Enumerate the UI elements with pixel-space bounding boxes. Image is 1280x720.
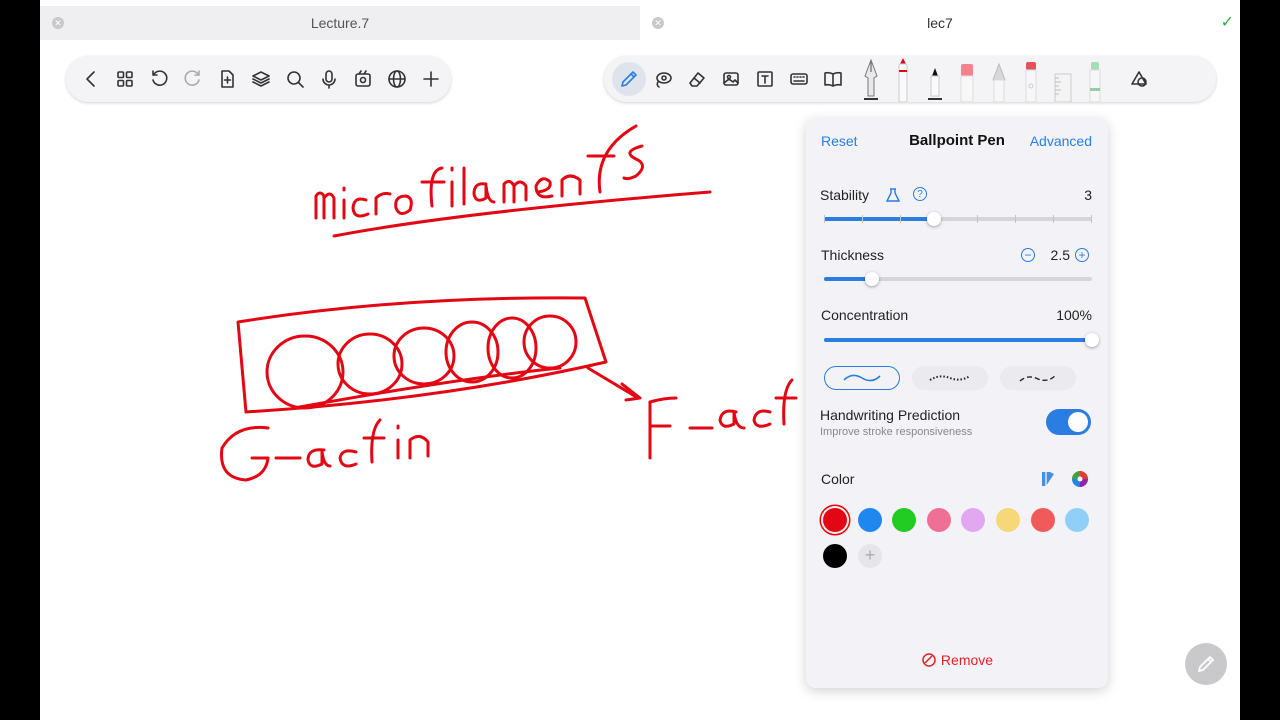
app-screen: ✕ Lecture.7 ✕ lec7 ✓ Reset Ballpoint Pen…	[40, 0, 1240, 720]
concentration-knob[interactable]	[1085, 333, 1099, 347]
color-swatch[interactable]	[926, 508, 951, 532]
help-icon[interactable]: ?	[913, 187, 927, 201]
stroke-dotted-button[interactable]	[912, 366, 988, 390]
ink-word-f-actin	[648, 378, 798, 460]
stability-knob[interactable]	[926, 212, 941, 226]
color-swatch[interactable]	[996, 508, 1020, 532]
minus-icon[interactable]: −	[1021, 248, 1035, 262]
toggle-knob	[1068, 412, 1088, 432]
ink-word-microfilaments	[314, 124, 712, 238]
color-wheel-icon[interactable]	[1071, 470, 1089, 488]
remove-pen-icon	[922, 653, 936, 667]
eyedropper-icon[interactable]	[1040, 470, 1056, 488]
advanced-button[interactable]: Advanced	[1030, 133, 1092, 149]
flask-icon	[886, 188, 900, 202]
stroke-smooth-button[interactable]	[824, 366, 900, 390]
stroke-dashed-button[interactable]	[1000, 366, 1076, 390]
pencil-icon	[1197, 655, 1215, 673]
thickness-knob[interactable]	[865, 272, 880, 286]
thickness-slider[interactable]	[824, 272, 1092, 286]
remove-button[interactable]: Remove	[806, 652, 1108, 668]
color-label: Color	[821, 471, 855, 487]
stability-slider[interactable]	[824, 212, 1092, 226]
panel-header: Reset Ballpoint Pen Advanced	[806, 118, 1108, 164]
color-swatch[interactable]	[892, 508, 917, 532]
stability-fill	[824, 217, 934, 221]
ink-word-g-actin	[220, 418, 430, 482]
color-swatch[interactable]	[1030, 508, 1055, 532]
floating-pen-button[interactable]	[1185, 643, 1227, 685]
concentration-value: 100%	[1056, 307, 1092, 323]
color-swatch[interactable]	[823, 508, 847, 532]
concentration-slider[interactable]	[824, 333, 1099, 347]
handwriting-sublabel: Improve stroke responsiveness	[820, 426, 973, 438]
thickness-value: 2.5	[1050, 247, 1070, 263]
color-swatch[interactable]	[823, 544, 847, 568]
color-swatch[interactable]	[961, 508, 986, 532]
handwriting-label: Handwriting Prediction	[820, 407, 961, 423]
thickness-label: Thickness	[821, 247, 885, 263]
stability-label: Stability	[820, 187, 870, 203]
remove-label: Remove	[940, 652, 994, 668]
color-swatch[interactable]	[857, 508, 882, 532]
handwriting-toggle[interactable]	[1046, 409, 1091, 435]
color-swatch[interactable]	[1065, 508, 1090, 532]
pen-settings-panel: Reset Ballpoint Pen Advanced Stability ?…	[806, 118, 1108, 688]
add-color-button[interactable]: +	[858, 544, 882, 568]
concentration-label: Concentration	[821, 307, 909, 323]
stability-value: 3	[1084, 187, 1092, 203]
concentration-fill	[824, 338, 1092, 342]
plus-circle-icon[interactable]: +	[1075, 248, 1089, 262]
ink-actin-filament	[236, 296, 642, 414]
